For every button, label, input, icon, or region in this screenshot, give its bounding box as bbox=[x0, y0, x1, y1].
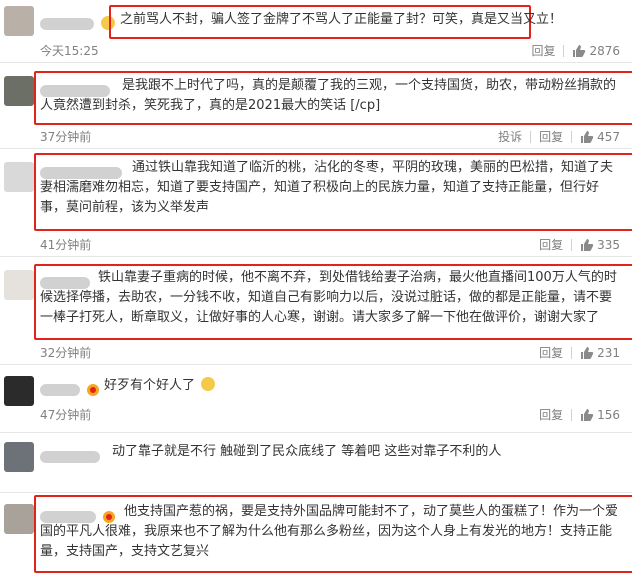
like-count: 231 bbox=[597, 345, 620, 360]
comment-text: 之前骂人不封，骗人签了金牌了不骂人了正能量了封？可笑，真是又当又立！ bbox=[120, 12, 563, 27]
reply-button[interactable]: 回复 bbox=[539, 344, 563, 361]
thumb-up-icon bbox=[581, 408, 594, 421]
user-name bbox=[40, 379, 100, 398]
comment-time: 37分钟前 bbox=[40, 130, 92, 144]
comment-actions: 回复 156 bbox=[539, 406, 620, 423]
divider bbox=[571, 238, 573, 251]
comment-actions: 回复 335 bbox=[539, 236, 620, 253]
thumb-up-icon bbox=[581, 238, 594, 251]
comment-actions: 投诉 回复 457 bbox=[498, 128, 620, 145]
comment-item: 好歹有个好人了 47分钟前 回复 156 bbox=[0, 364, 632, 433]
like-count: 457 bbox=[597, 129, 620, 144]
emoji-icon bbox=[201, 377, 216, 391]
user-name bbox=[40, 13, 116, 32]
comment-time: 41分钟前 bbox=[40, 238, 92, 252]
avatar[interactable] bbox=[4, 270, 34, 300]
reply-button[interactable]: 回复 bbox=[539, 236, 563, 253]
like-count: 156 bbox=[597, 407, 620, 422]
comment-time: 32分钟前 bbox=[40, 346, 92, 360]
like-button[interactable]: 156 bbox=[580, 408, 620, 422]
comment-actions: 回复 2876 bbox=[531, 42, 620, 59]
comment-text: 他支持国产惹的祸，要是支持外国品牌可能封不了，动了莫些人的蛋糕了！作为一个爱国的… bbox=[40, 504, 619, 559]
avatar[interactable] bbox=[4, 442, 34, 472]
comment-item: 是我跟不上时代了吗，真的是颠覆了我的三观，一个支持国货，助农，带动粉丝捐款的人竟… bbox=[0, 62, 632, 149]
like-button[interactable]: 231 bbox=[580, 346, 620, 360]
comment-item: 铁山靠妻子重病的时候，他不离不弃，到处借钱给妻子治病，最火他直播间100万人气的… bbox=[0, 256, 632, 365]
comment-item: 之前骂人不封，骗人签了金牌了不骂人了正能量了封？可笑，真是又当又立！ 今天15:… bbox=[0, 0, 632, 63]
divider bbox=[563, 44, 565, 57]
comment-text: 通过铁山靠我知道了临沂的桃，沾化的冬枣，平阴的玫瑰，美丽的巴松措，知道了夫妻相濡… bbox=[40, 160, 614, 215]
comment-time: 47分钟前 bbox=[40, 408, 92, 422]
avatar[interactable] bbox=[4, 76, 34, 106]
blurred-name bbox=[40, 450, 100, 463]
thumb-up-icon bbox=[581, 130, 594, 143]
vip-crown-icon bbox=[87, 383, 100, 396]
divider bbox=[571, 130, 573, 143]
divider bbox=[571, 408, 573, 421]
avatar[interactable] bbox=[4, 376, 34, 406]
like-button[interactable]: 2876 bbox=[572, 44, 620, 58]
report-button[interactable]: 投诉 bbox=[498, 128, 522, 145]
comment-text: 铁山靠妻子重病的时候，他不离不弃，到处借钱给妻子治病，最火他直播间100万人气的… bbox=[40, 270, 617, 325]
comment-item: 通过铁山靠我知道了临沂的桃，沾化的冬枣，平阴的玫瑰，美丽的巴松措，知道了夫妻相濡… bbox=[0, 148, 632, 257]
comment-text: 动了靠子就是不行 触碰到了民众底线了 等着吧 这些对靠子不利的人 bbox=[112, 444, 502, 459]
thumb-up-icon bbox=[573, 44, 586, 57]
reply-button[interactable]: 回复 bbox=[531, 42, 555, 59]
like-button[interactable]: 457 bbox=[580, 130, 620, 144]
blurred-name bbox=[40, 383, 80, 396]
avatar[interactable] bbox=[4, 162, 34, 192]
comment-item: 动了靠子就是不行 触碰到了民众底线了 等着吧 这些对靠子不利的人 bbox=[0, 432, 632, 493]
reply-button[interactable]: 回复 bbox=[539, 128, 563, 145]
comment-actions: 回复 231 bbox=[539, 344, 620, 361]
avatar[interactable] bbox=[4, 6, 34, 36]
divider bbox=[571, 346, 573, 359]
comment-text: 好歹有个好人了 bbox=[104, 376, 620, 396]
comment-item: 他支持国产惹的祸，要是支持外国品牌可能封不了，动了莫些人的蛋糕了！作为一个爱国的… bbox=[0, 492, 632, 576]
avatar[interactable] bbox=[4, 504, 34, 534]
comment-time: 今天15:25 bbox=[40, 44, 99, 58]
blurred-name bbox=[40, 17, 94, 30]
thumb-up-icon bbox=[581, 346, 594, 359]
like-button[interactable]: 335 bbox=[580, 238, 620, 252]
like-count: 335 bbox=[597, 237, 620, 252]
comment-text: 是我跟不上时代了吗，真的是颠覆了我的三观，一个支持国货，助农，带动粉丝捐款的人竟… bbox=[40, 78, 617, 113]
user-name bbox=[40, 446, 100, 465]
reply-button[interactable]: 回复 bbox=[539, 406, 563, 423]
divider bbox=[530, 130, 532, 143]
like-count: 2876 bbox=[589, 43, 620, 58]
